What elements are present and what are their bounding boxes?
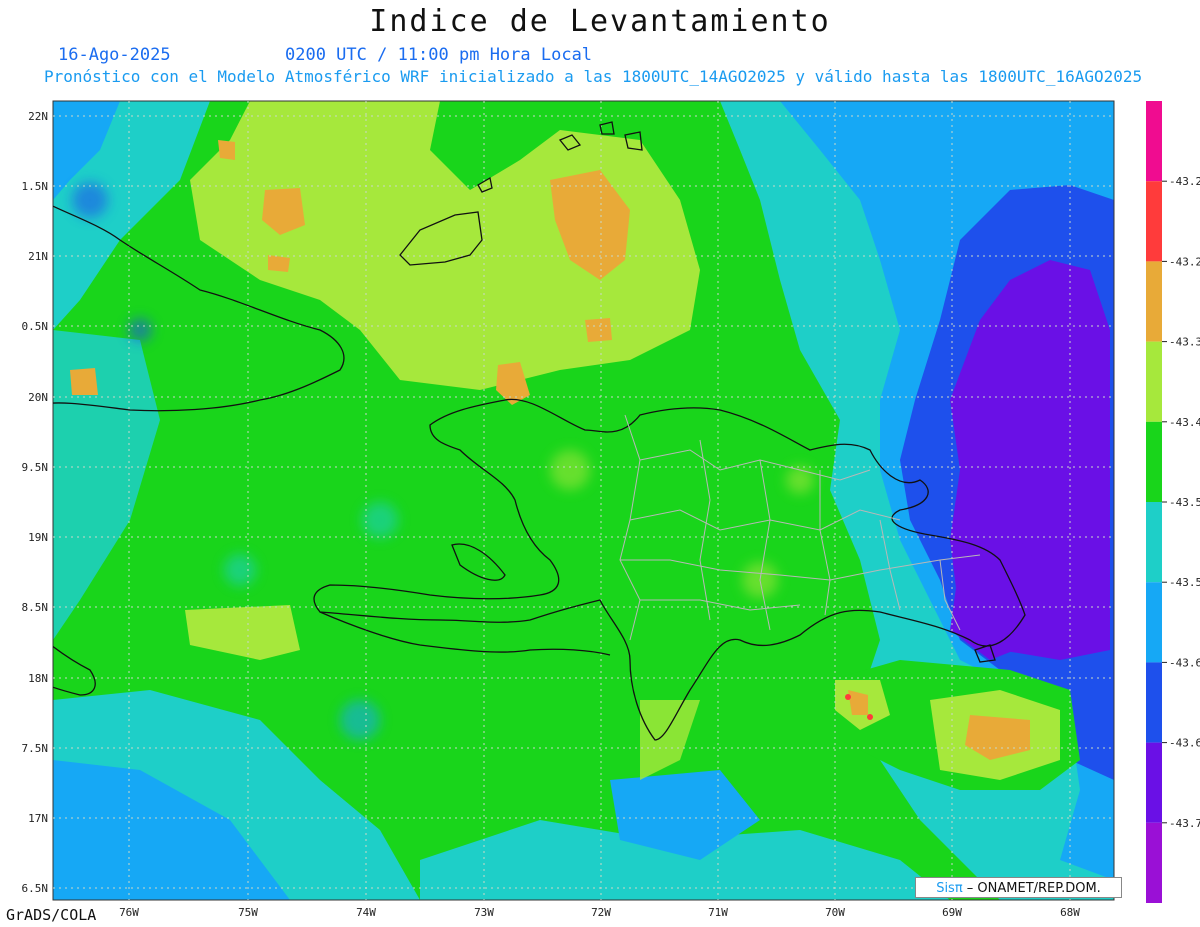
- lat-label: 7.5N: [22, 742, 49, 755]
- lat-label: 1.5N: [22, 180, 49, 193]
- lifted-index-map: 22N 1.5N 21N 0.5N 20N 9.5N 19N 8.5N 18N …: [22, 100, 1200, 919]
- lon-label: 73W: [474, 906, 494, 919]
- onamet-text: – ONAMET/REP.DOM.: [962, 881, 1101, 896]
- colorbar-swatch: [1146, 261, 1162, 342]
- colorbar-label: -43.3: [1169, 336, 1200, 349]
- colorbar-swatch: [1146, 822, 1162, 903]
- grads-credit: GrADS/COLA: [6, 906, 97, 924]
- lat-label: 21N: [28, 250, 48, 263]
- lat-label: 17N: [28, 812, 48, 825]
- colorbar-label: -43.6: [1169, 737, 1200, 750]
- latitude-labels: 22N 1.5N 21N 0.5N 20N 9.5N 19N 8.5N 18N …: [22, 110, 49, 895]
- longitude-labels: 76W 75W 74W 73W 72W 71W 70W 69W 68W: [119, 906, 1080, 919]
- colorbar-label: -43.5: [1169, 576, 1200, 589]
- lon-label: 74W: [356, 906, 376, 919]
- colorbar-label: -43.4: [1169, 416, 1200, 429]
- field-layer: [53, 101, 1114, 900]
- sispi-logo-text: Sisπ: [936, 881, 963, 896]
- lat-label: 22N: [28, 110, 48, 123]
- lon-label: 72W: [591, 906, 611, 919]
- colorbar-swatch: [1146, 742, 1162, 823]
- lon-label: 71W: [708, 906, 728, 919]
- colorbar-label: -43.2: [1169, 175, 1200, 188]
- lat-label: 20N: [28, 391, 48, 404]
- lat-label: 0.5N: [22, 320, 49, 333]
- colorbar-swatch: [1146, 502, 1162, 583]
- colorbar-label: -43.5: [1169, 496, 1200, 509]
- colorbar-label: -43.6: [1169, 656, 1200, 669]
- colorbar-swatch: [1146, 662, 1162, 743]
- colorbar-label: -43.7: [1169, 817, 1200, 830]
- lat-label: 6.5N: [22, 882, 49, 895]
- colorbar-swatch: [1146, 341, 1162, 422]
- lon-label: 70W: [825, 906, 845, 919]
- lon-label: 76W: [119, 906, 139, 919]
- colorbar-swatch: [1146, 421, 1162, 502]
- lon-label: 75W: [238, 906, 258, 919]
- lon-label: 69W: [942, 906, 962, 919]
- colorbar-swatch: [1146, 181, 1162, 262]
- lat-label: 8.5N: [22, 601, 49, 614]
- colorbar-label: -43.2: [1169, 255, 1200, 268]
- colorbar: -43.2 -43.2 -43.3 -43.4 -43.5 -43.5 -43.6 -43.6…: [1146, 101, 1200, 903]
- colorbar-swatch: [1146, 101, 1162, 182]
- onamet-credit: Sisπ – ONAMET/REP.DOM.: [915, 877, 1122, 898]
- colorbar-swatch: [1146, 582, 1162, 663]
- lat-label: 19N: [28, 531, 48, 544]
- lat-label: 9.5N: [22, 461, 49, 474]
- lon-label: 68W: [1060, 906, 1080, 919]
- lat-label: 18N: [28, 672, 48, 685]
